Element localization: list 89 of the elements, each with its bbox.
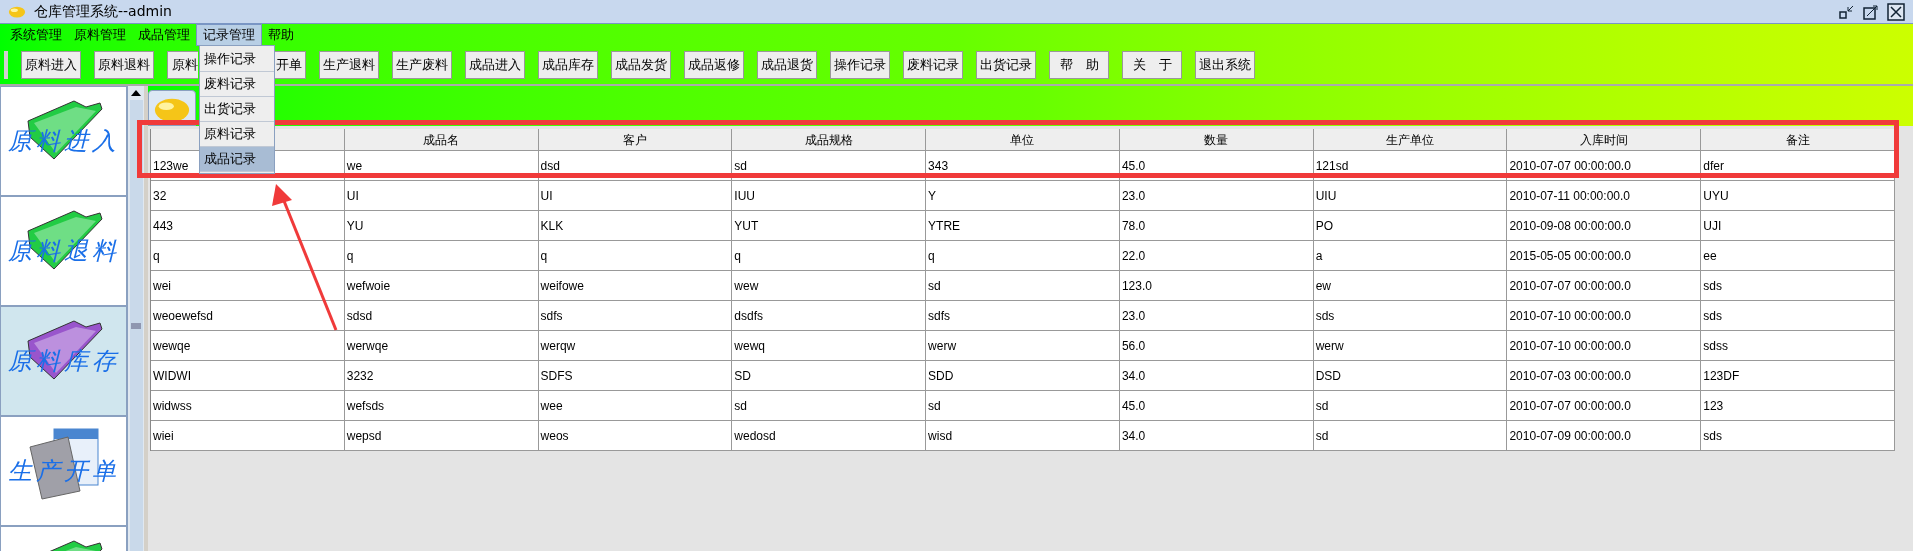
table-cell: 78.0 — [1119, 211, 1314, 241]
table-cell: wefsds — [344, 391, 539, 421]
table-cell: werw — [926, 331, 1120, 361]
table-cell: q — [926, 241, 1120, 271]
table-cell: wepsd — [344, 421, 539, 451]
table-cell: wewqe — [151, 331, 345, 361]
table-cell: sd — [926, 391, 1120, 421]
table-cell: q — [344, 241, 539, 271]
table-cell: DSD — [1313, 361, 1508, 391]
table-cell: wefwoie — [344, 271, 539, 301]
table-cell: werqw — [538, 331, 733, 361]
table-cell: YTRE — [926, 211, 1120, 241]
table-cell: YUT — [732, 211, 927, 241]
table-cell: wedosd — [732, 421, 927, 451]
table-cell: ee — [1701, 241, 1895, 271]
table-cell: UI — [344, 181, 539, 211]
table-cell: sd — [926, 271, 1120, 301]
table-cell: 123 — [1701, 391, 1895, 421]
table-cell: sd — [732, 391, 927, 421]
table-cell: werwqe — [344, 331, 539, 361]
table-cell: 23.0 — [1119, 181, 1314, 211]
table-cell: UI — [538, 181, 733, 211]
table-cell: 22.0 — [1119, 241, 1314, 271]
table-cell: 123DF — [1701, 361, 1895, 391]
table-cell: 23.0 — [1119, 301, 1314, 331]
table-cell: dsd — [538, 151, 733, 181]
table-cell: 3232 — [344, 361, 539, 391]
table-cell: sds — [1701, 301, 1895, 331]
table-cell: sds — [1701, 421, 1895, 451]
table-cell: UYU — [1701, 181, 1895, 211]
table-cell: 121sd — [1313, 151, 1508, 181]
table-cell: wee — [538, 391, 733, 421]
table-cell: YU — [344, 211, 539, 241]
table-cell: PO — [1313, 211, 1508, 241]
table-cell: weoewefsd — [151, 301, 345, 331]
table-cell: 45.0 — [1119, 391, 1314, 421]
table-cell: ew — [1313, 271, 1508, 301]
table-cell: 2010-07-09 00:00:00.0 — [1507, 421, 1702, 451]
table-cell: q — [538, 241, 733, 271]
table-cell: q — [151, 241, 345, 271]
table-cell: weos — [538, 421, 733, 451]
table-cell: 2010-07-10 00:00:00.0 — [1507, 331, 1702, 361]
table-cell: wewq — [732, 331, 927, 361]
window-title: 仓库管理系统--admin — [34, 2, 172, 21]
table-cell: KLK — [538, 211, 733, 241]
table-cell: sdfs — [926, 301, 1120, 331]
table-cell: 123.0 — [1119, 271, 1314, 301]
table-cell: we — [344, 151, 539, 181]
table-cell: widwss — [151, 391, 345, 421]
table-cell: sds — [1313, 301, 1508, 331]
table-cell: wiei — [151, 421, 345, 451]
table-cell: 2010-07-07 00:00:00.0 — [1507, 271, 1702, 301]
table-cell: wei — [151, 271, 345, 301]
table-cell: SDFS — [538, 361, 733, 391]
table-cell: sdsd — [344, 301, 539, 331]
table-cell: 343 — [926, 151, 1120, 181]
table-cell: sd — [732, 151, 927, 181]
table-cell: Y — [926, 181, 1120, 211]
table-cell: dsdfs — [732, 301, 927, 331]
table-cell: sds — [1701, 271, 1895, 301]
table-cell: weifowe — [538, 271, 733, 301]
table-cell: 34.0 — [1119, 421, 1314, 451]
table-cell: 2010-07-07 00:00:00.0 — [1507, 391, 1702, 421]
table-cell: wisd — [926, 421, 1120, 451]
table-cell: sdss — [1701, 331, 1895, 361]
table-cell: SDD — [926, 361, 1120, 391]
table-cell: 56.0 — [1119, 331, 1314, 361]
table-cell: SD — [732, 361, 927, 391]
table-cell: 2010-07-03 00:00:00.0 — [1507, 361, 1702, 391]
table-cell: sdfs — [538, 301, 733, 331]
table-cell: UIU — [1313, 181, 1508, 211]
table-cell: 45.0 — [1119, 151, 1314, 181]
table-cell: a — [1313, 241, 1508, 271]
table-cell: 2010-07-07 00:00:00.0 — [1507, 151, 1702, 181]
table-cell: WIDWI — [151, 361, 345, 391]
table-cell: wew — [732, 271, 927, 301]
table-cell: IUU — [732, 181, 927, 211]
table-cell: 443 — [151, 211, 345, 241]
table-cell: werw — [1313, 331, 1508, 361]
table-cell: 2010-07-11 00:00:00.0 — [1507, 181, 1702, 211]
table-cell: 34.0 — [1119, 361, 1314, 391]
table-cell: dfer — [1701, 151, 1895, 181]
table-cell: 2015-05-05 00:00:00.0 — [1507, 241, 1702, 271]
table-cell: q — [732, 241, 927, 271]
table-cell: 2010-07-10 00:00:00.0 — [1507, 301, 1702, 331]
table-cell: sd — [1313, 391, 1508, 421]
table-cell: 2010-09-08 00:00:00.0 — [1507, 211, 1702, 241]
table-cell: sd — [1313, 421, 1508, 451]
table-cell: UJI — [1701, 211, 1895, 241]
